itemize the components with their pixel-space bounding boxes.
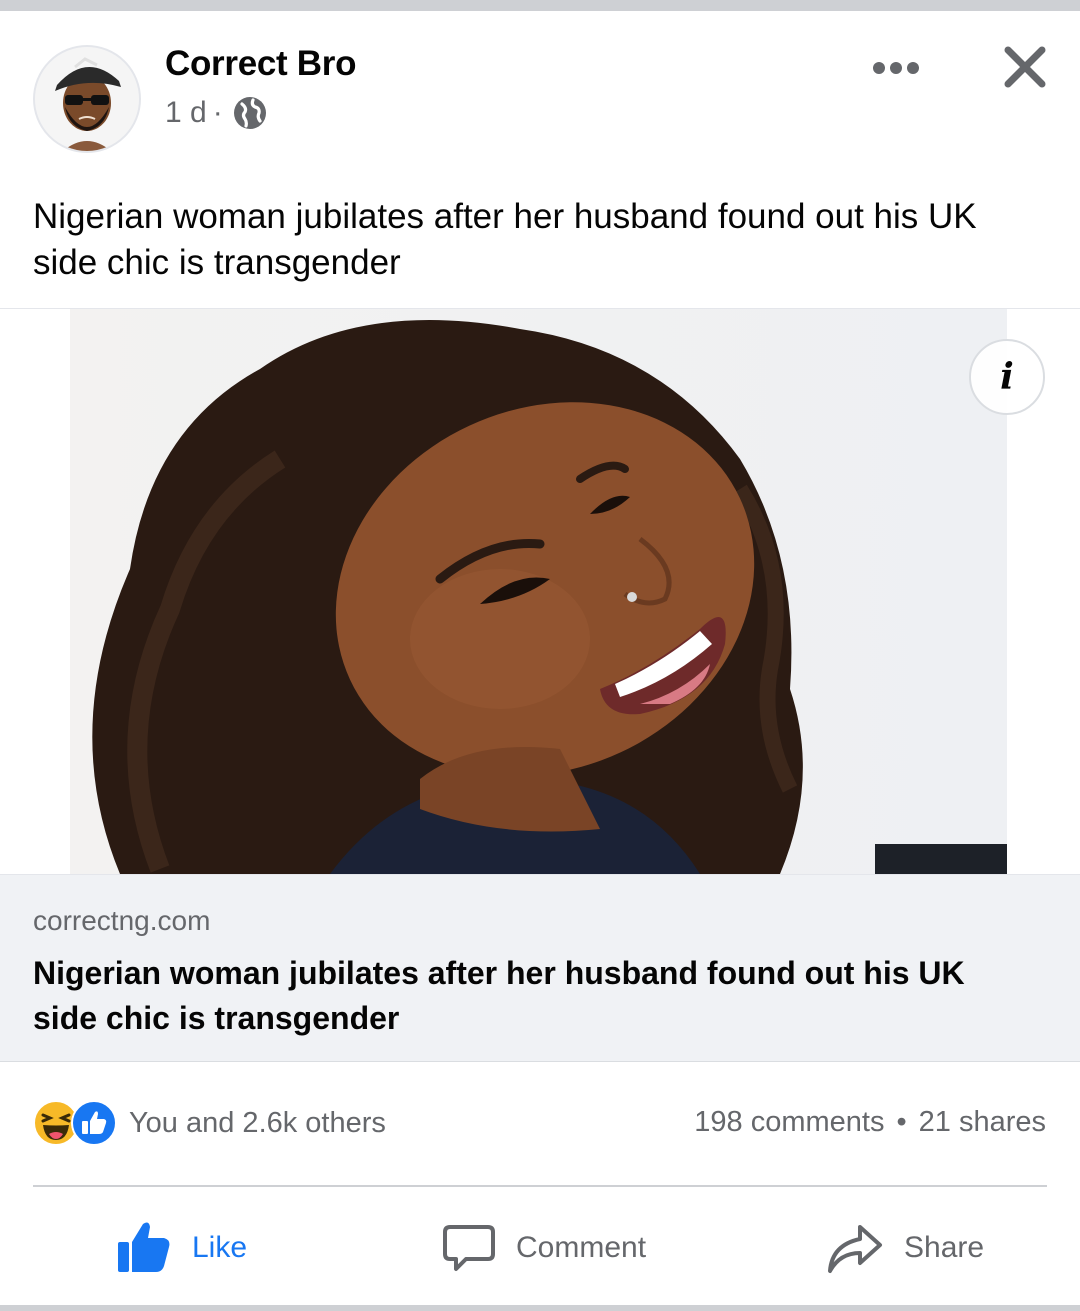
like-reaction-icon [71,1100,117,1146]
share-icon [828,1225,882,1273]
reactions-count: You and 2.6k others [129,1106,386,1139]
stats-separator: • [896,1106,907,1138]
comments-count[interactable]: 198 comments [694,1106,884,1139]
globe-icon [233,97,266,129]
like-label: Like [192,1231,248,1264]
author-name[interactable]: Correct Bro [165,44,356,84]
reactions-summary[interactable]: You and 2.6k others [33,1100,386,1146]
more-options-button[interactable] [868,48,924,88]
top-separator [0,0,1080,11]
meta-separator: · [212,96,223,129]
link-title: Nigerian woman jubilates after her husba… [33,955,965,1036]
author-avatar[interactable] [33,45,141,153]
link-domain: correctng.com [33,905,211,936]
comment-label: Comment [516,1231,647,1264]
image-info-button[interactable]: i [969,339,1045,415]
close-button[interactable] [998,40,1052,94]
post-meta: 1 d · [165,96,267,130]
engagement-stats: 198 comments • 21 shares [694,1106,1046,1139]
actions-divider [33,1185,1047,1187]
comment-icon [443,1225,495,1271]
comment-button[interactable]: Comment [442,1218,646,1278]
like-icon [118,1222,170,1272]
more-options-icon [873,62,919,74]
bottom-separator [0,1305,1080,1311]
post-time[interactable]: 1 d [165,96,207,130]
shares-count[interactable]: 21 shares [919,1106,1046,1139]
like-button[interactable]: Like [116,1218,247,1278]
link-preview-card[interactable]: correctng.com Nigerian woman jubilates a… [0,874,1080,1062]
close-icon [1004,46,1046,88]
share-label: Share [904,1231,985,1264]
info-icon: i [1000,356,1014,398]
link-preview-image[interactable] [0,309,1080,874]
post-text: Nigerian woman jubilates after her husba… [33,197,977,282]
share-button[interactable]: Share [826,1218,984,1278]
